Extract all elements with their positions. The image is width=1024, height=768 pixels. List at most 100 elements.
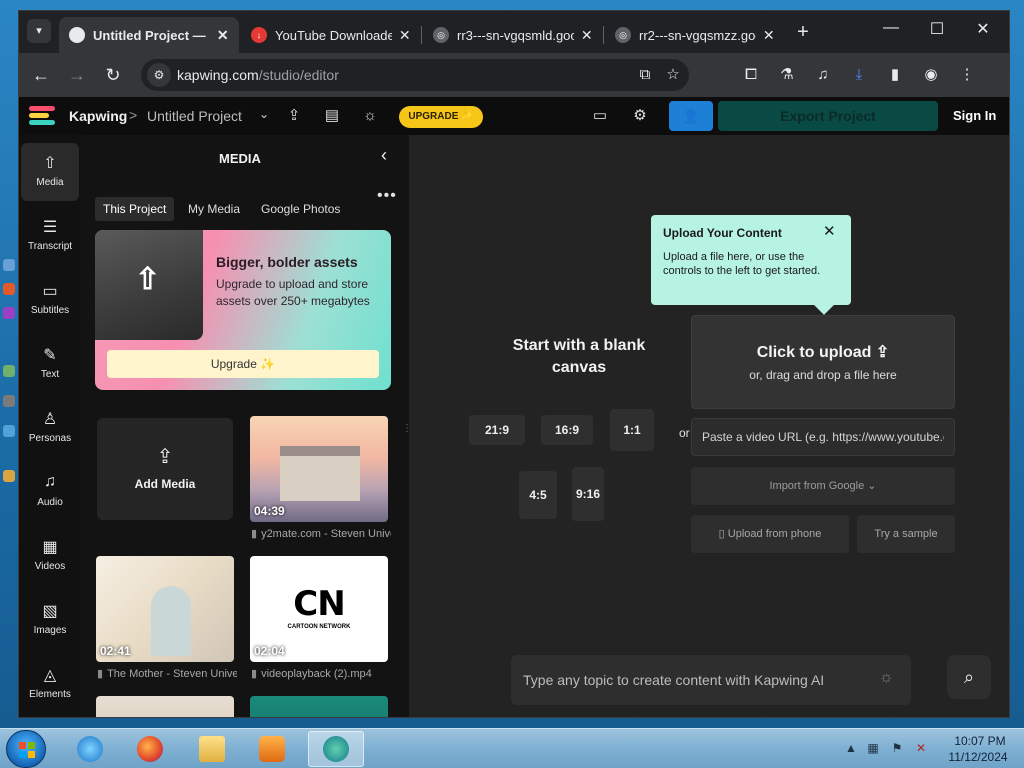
video-url-input[interactable]	[691, 418, 955, 456]
ratio-1-1-button[interactable]: 1:1	[610, 409, 654, 451]
tab-kapwing[interactable]: Untitled Project — Kapwing ✕	[59, 17, 239, 53]
downloads-icon[interactable]: ⤓	[847, 63, 871, 87]
media-asset-thumbnail[interactable]: 04:39	[250, 416, 388, 522]
ratio-21-9-button[interactable]: 21:9	[469, 415, 525, 445]
back-arrow-icon[interactable]: ←	[29, 63, 53, 87]
tab-googlevideo-1[interactable]: ◎ rr3---sn-vgqsmld.googlevideo.com ✕	[423, 17, 603, 53]
tab-this-project[interactable]: This Project	[95, 197, 175, 221]
internet-explorer-icon[interactable]	[62, 731, 118, 767]
side-panel-icon[interactable]: ▮	[883, 63, 907, 87]
minimize-icon[interactable]: —	[871, 19, 911, 37]
add-media-button[interactable]: ⇪ Add Media	[97, 418, 233, 520]
rail-item-subtitles[interactable]: ▭ Subtitles	[21, 271, 79, 329]
rail-item-images[interactable]: ▧ Images	[21, 591, 79, 649]
menu-kebab-icon[interactable]: ⋮	[955, 63, 979, 87]
rail-item-text[interactable]: ✎ Text	[21, 335, 79, 393]
rail-item-videos[interactable]: ▦ Videos	[21, 527, 79, 585]
desktop-icon[interactable]	[3, 425, 15, 437]
media-asset-thumbnail[interactable]	[250, 696, 388, 717]
chrome-taskbar-icon[interactable]	[308, 731, 364, 767]
media-asset-thumbnail[interactable]: CN CARTOON NETWORK 02:04	[250, 556, 388, 662]
file-explorer-icon[interactable]	[184, 731, 240, 767]
new-tab-button[interactable]: +	[791, 21, 815, 44]
network-icon[interactable]: ▦	[866, 741, 880, 755]
comments-icon[interactable]: ▭	[589, 106, 611, 126]
transcript-icon: ☰	[42, 219, 58, 236]
ratio-16-9-button[interactable]: 16:9	[541, 415, 593, 445]
panel-resize-handle[interactable]: ⋮	[402, 423, 412, 434]
upload-from-phone-button[interactable]: ▯ Upload from phone	[691, 515, 849, 553]
sign-in-link[interactable]: Sign In	[953, 108, 996, 123]
try-sample-button[interactable]: Try a sample	[857, 515, 955, 553]
kapwing-logo-icon[interactable]	[29, 106, 59, 128]
desktop-icon[interactable]	[3, 395, 15, 407]
rail-item-media[interactable]: ⇧ Media	[21, 143, 79, 201]
search-icon[interactable]: ⌕	[947, 655, 991, 699]
desktop-icon[interactable]	[3, 283, 15, 295]
desktop-icon[interactable]	[3, 470, 15, 482]
brand-name[interactable]: Kapwing	[69, 108, 127, 124]
close-icon[interactable]: ✕	[823, 222, 836, 240]
desktop-icon[interactable]	[3, 259, 15, 271]
clock-date[interactable]: 11/12/2024	[938, 750, 1018, 764]
media-asset-thumbnail[interactable]: 02:41	[96, 556, 234, 662]
more-options-icon[interactable]: •••	[377, 187, 397, 205]
media-player-icon[interactable]	[244, 731, 300, 767]
media-asset-thumbnail[interactable]	[96, 696, 234, 717]
clock-time[interactable]: 10:07 PM	[948, 734, 1012, 748]
firefox-icon[interactable]	[122, 731, 178, 767]
tab-my-media[interactable]: My Media	[180, 197, 248, 221]
invite-user-button[interactable]: 👤	[669, 101, 713, 131]
profile-avatar-icon[interactable]: ◉	[919, 63, 943, 87]
captions-icon[interactable]: ▤	[321, 106, 343, 126]
address-bar[interactable]: ⚙ kapwing.com/studio/editor ⧉ ☆	[141, 59, 689, 91]
film-icon: ▦	[42, 539, 58, 556]
url-text[interactable]: kapwing.com/studio/editor	[177, 67, 339, 83]
forward-arrow-icon[interactable]: →	[65, 63, 89, 87]
promo-upgrade-button[interactable]: Upgrade ✨	[107, 350, 379, 378]
gear-icon[interactable]: ⚙	[629, 106, 651, 126]
tab-googlevideo-2[interactable]: ◎ rr2---sn-vgqsmzz.googlevideo.com ✕	[605, 17, 785, 53]
close-icon[interactable]: ✕	[216, 27, 229, 44]
ai-prompt-input[interactable]	[523, 655, 863, 705]
tab-search-button[interactable]: ▾	[27, 19, 51, 43]
desktop-icon[interactable]	[3, 365, 15, 377]
site-info-icon[interactable]: ⚙	[147, 63, 171, 87]
import-from-google-button[interactable]: Import from Google ⌄	[691, 467, 955, 505]
rail-item-personas[interactable]: ♙ Personas	[21, 399, 79, 457]
lightbulb-icon[interactable]: ☼	[879, 669, 894, 687]
install-app-icon[interactable]: ⧉	[635, 65, 655, 85]
upload-dropzone[interactable]: Click to upload ⇪ or, drag and drop a fi…	[691, 315, 955, 409]
start-button[interactable]	[6, 730, 46, 768]
image-icon: ▧	[42, 603, 58, 620]
media-controls-icon[interactable]: ♫	[811, 63, 835, 87]
project-title[interactable]: Untitled Project	[147, 108, 242, 124]
close-icon[interactable]: ✕	[580, 27, 593, 44]
action-center-flag-icon[interactable]: ⚑	[890, 741, 904, 755]
rail-item-elements[interactable]: ◬ Elements	[21, 655, 79, 713]
maximize-icon[interactable]: ☐	[917, 19, 957, 39]
chevron-down-icon[interactable]: ⌄	[259, 107, 269, 121]
upload-phone-label: Upload from phone	[727, 528, 822, 540]
desktop-icon[interactable]	[3, 307, 15, 319]
volume-muted-icon[interactable]: ✕	[914, 741, 928, 755]
close-icon[interactable]: ✕	[398, 27, 411, 44]
bookmark-star-icon[interactable]: ☆	[663, 65, 683, 85]
labs-flask-icon[interactable]: ⚗	[775, 63, 799, 87]
tray-expand-icon[interactable]: ▲	[844, 741, 858, 755]
ratio-4-5-button[interactable]: 4:5	[519, 471, 557, 519]
rail-item-audio[interactable]: ♫ Audio	[21, 463, 79, 521]
close-icon[interactable]: ✕	[762, 27, 775, 44]
reload-icon[interactable]: ↻	[101, 63, 125, 87]
chevron-left-icon[interactable]: ‹	[381, 145, 387, 166]
rail-item-transcript[interactable]: ☰ Transcript	[21, 207, 79, 265]
close-window-icon[interactable]: ✕	[963, 19, 1003, 39]
lightbulb-icon[interactable]: ☼	[359, 106, 381, 126]
ratio-9-16-button[interactable]: 9:16	[572, 467, 604, 521]
export-project-button[interactable]: Export Project	[718, 101, 938, 131]
upgrade-button[interactable]: UPGRADE ✨	[399, 106, 483, 128]
tab-youtube-downloader[interactable]: ↓ YouTube Downloader ✕	[241, 17, 421, 53]
share-upload-icon[interactable]: ⇪	[283, 106, 305, 126]
tab-google-photos[interactable]: Google Photos	[253, 197, 348, 221]
extensions-icon[interactable]: ⧠	[739, 63, 763, 87]
